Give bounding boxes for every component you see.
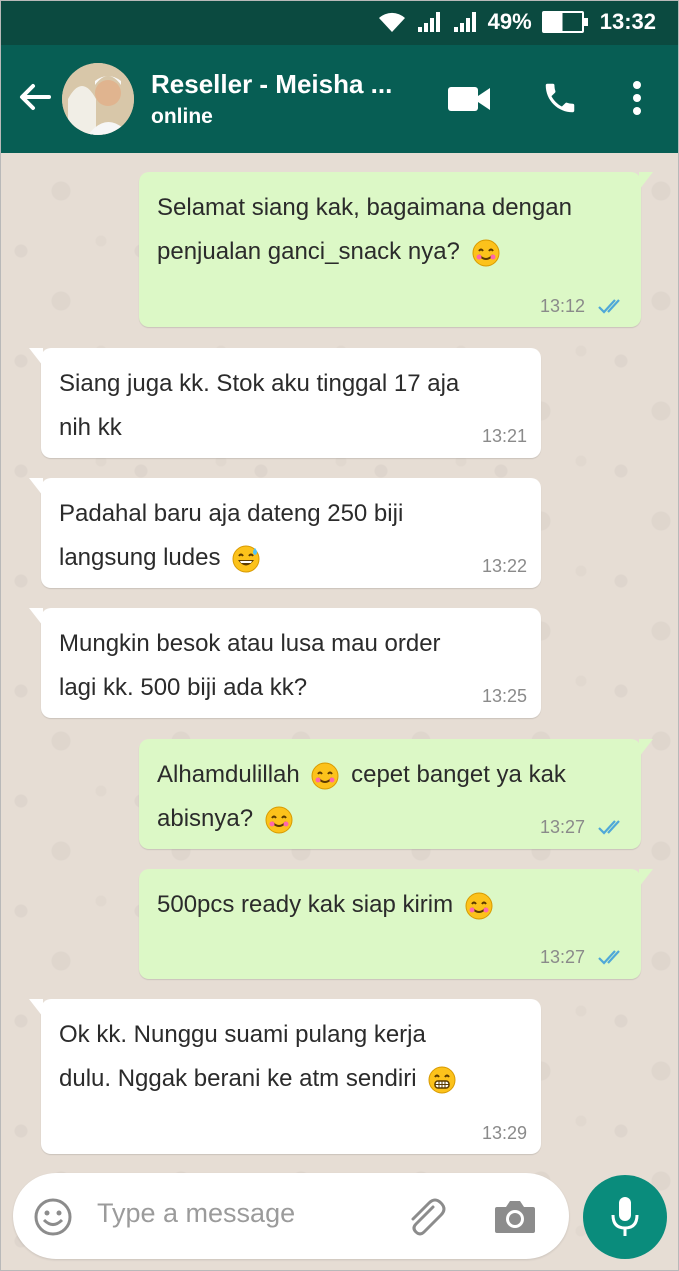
video-call-icon[interactable]	[447, 85, 491, 113]
message-input[interactable]: Type a message	[97, 1198, 295, 1229]
double-check-icon	[598, 950, 620, 965]
message-outgoing[interactable]: 500pcs ready kak siap kirim 13:27	[139, 869, 653, 979]
message-text: Mungkin besok atau lusa mau order	[59, 630, 441, 657]
battery-percent: 49%	[487, 9, 532, 34]
smile-emoji-icon	[472, 239, 500, 267]
chat-screen: 49% 13:32 Reseller - Meisha ... online S…	[0, 0, 679, 1271]
message-time: 13:22	[481, 556, 527, 576]
message-text: Alhamdulillah	[157, 761, 300, 788]
avatar[interactable]	[62, 63, 134, 135]
message-outgoing[interactable]: Selamat siang kak, bagaimana dengan penj…	[139, 172, 653, 327]
message-text: cepet banget ya kak	[351, 761, 566, 788]
smile-emoji-icon	[265, 806, 293, 834]
signal-icon	[416, 12, 442, 32]
mic-button[interactable]	[583, 1175, 667, 1259]
message-incoming[interactable]: Ok kk. Nunggu suami pulang kerja dulu. N…	[29, 999, 541, 1154]
phone-icon[interactable]	[541, 79, 579, 117]
message-text: langsung ludes	[59, 544, 221, 571]
clock: 13:32	[599, 9, 656, 34]
mic-icon	[611, 1197, 639, 1236]
message-text: abisnya?	[157, 805, 254, 832]
message-text: Padahal baru aja dateng 250 biji	[59, 500, 404, 527]
wifi-icon	[378, 12, 405, 32]
back-arrow-icon[interactable]	[17, 79, 53, 115]
message-text: 500pcs ready kak siap kirim	[157, 891, 454, 918]
grin-emoji-icon	[428, 1066, 456, 1094]
more-vert-icon[interactable]	[631, 79, 643, 117]
message-time: 13:27	[539, 947, 585, 967]
message-text: Ok kk. Nunggu suami pulang kerja	[59, 1021, 426, 1048]
chat-header: Reseller - Meisha ... online	[1, 45, 678, 153]
camera-icon[interactable]	[493, 1199, 537, 1235]
contact-name[interactable]: Reseller - Meisha ...	[151, 69, 392, 100]
message-time: 13:12	[539, 296, 585, 316]
message-text: dulu. Nggak berani ke atm sendiri	[59, 1065, 417, 1092]
emoji-icon[interactable]	[33, 1197, 73, 1237]
message-input-bar: Type a message	[13, 1173, 569, 1259]
double-check-icon	[598, 299, 620, 314]
message-time: 13:25	[481, 686, 527, 706]
message-time: 13:27	[539, 817, 585, 837]
message-text: penjualan ganci_snack nya?	[157, 238, 460, 265]
message-incoming[interactable]: Siang juga kk. Stok aku tinggal 17 aja n…	[29, 348, 541, 458]
message-text: Siang juga kk. Stok aku tinggal 17 aja	[59, 370, 460, 397]
battery-icon	[541, 11, 588, 33]
contact-status: online	[151, 105, 213, 128]
double-check-icon	[598, 820, 620, 835]
message-incoming[interactable]: Padahal baru aja dateng 250 biji langsun…	[29, 478, 541, 588]
signal-icon	[452, 12, 478, 32]
message-incoming[interactable]: Mungkin besok atau lusa mau order lagi k…	[29, 608, 541, 718]
message-time: 13:29	[481, 1123, 527, 1143]
message-text: lagi kk. 500 biji ada kk?	[59, 674, 308, 701]
smile-emoji-icon	[465, 892, 493, 920]
message-text: nih kk	[59, 414, 122, 441]
message-text: Selamat siang kak, bagaimana dengan	[157, 194, 572, 221]
status-bar: 49% 13:32	[1, 1, 678, 45]
smile-emoji-icon	[311, 762, 339, 790]
attach-icon[interactable]	[403, 1197, 447, 1237]
sweat-smile-emoji-icon	[232, 545, 260, 573]
message-time: 13:21	[481, 426, 527, 446]
message-outgoing[interactable]: Alhamdulillah cepet banget ya kak abisny…	[139, 739, 653, 849]
